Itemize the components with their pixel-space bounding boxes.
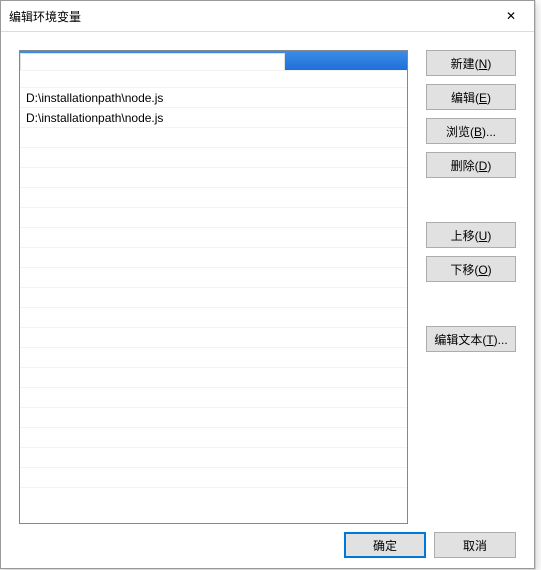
browse-button[interactable]: 浏览(B)...: [426, 118, 516, 144]
dialog-footer: 确定 取消: [344, 532, 516, 558]
moveup-button[interactable]: 上移(U): [426, 222, 516, 248]
close-icon: ✕: [506, 9, 516, 23]
cancel-button[interactable]: 取消: [434, 532, 516, 558]
edit-button-label: 编辑(E): [451, 89, 491, 106]
movedown-button-label: 下移(O): [450, 261, 491, 278]
path-listbox[interactable]: D:\installationpath\node.js D:\installat…: [19, 50, 408, 524]
browse-button-label: 浏览(B)...: [446, 123, 496, 140]
close-button[interactable]: ✕: [488, 1, 534, 31]
delete-button-label: 删除(D): [451, 157, 492, 174]
button-column: 新建(N) 编辑(E) 浏览(B)... 删除(D) 上移(U) 下移(O) 编…: [426, 50, 516, 524]
new-button[interactable]: 新建(N): [426, 50, 516, 76]
edittext-button-label: 编辑文本(T)...: [434, 331, 507, 348]
edittext-button[interactable]: 编辑文本(T)...: [426, 326, 516, 352]
new-button-label: 新建(N): [451, 55, 492, 72]
environment-variable-dialog: 编辑环境变量 ✕ D:\installationpath\node.js D:\…: [0, 0, 535, 569]
list-item[interactable]: D:\installationpath\node.js: [20, 88, 407, 108]
background-window-edge: [535, 0, 541, 570]
dialog-content: D:\installationpath\node.js D:\installat…: [19, 50, 516, 524]
ok-button[interactable]: 确定: [344, 532, 426, 558]
list-item[interactable]: [20, 51, 407, 71]
dialog-title: 编辑环境变量: [9, 8, 81, 25]
titlebar: 编辑环境变量 ✕: [1, 1, 534, 32]
delete-button[interactable]: 删除(D): [426, 152, 516, 178]
moveup-button-label: 上移(U): [451, 227, 492, 244]
list-item[interactable]: D:\installationpath\node.js: [20, 108, 407, 128]
listbox-empty-area: [20, 128, 407, 508]
movedown-button[interactable]: 下移(O): [426, 256, 516, 282]
edit-button[interactable]: 编辑(E): [426, 84, 516, 110]
